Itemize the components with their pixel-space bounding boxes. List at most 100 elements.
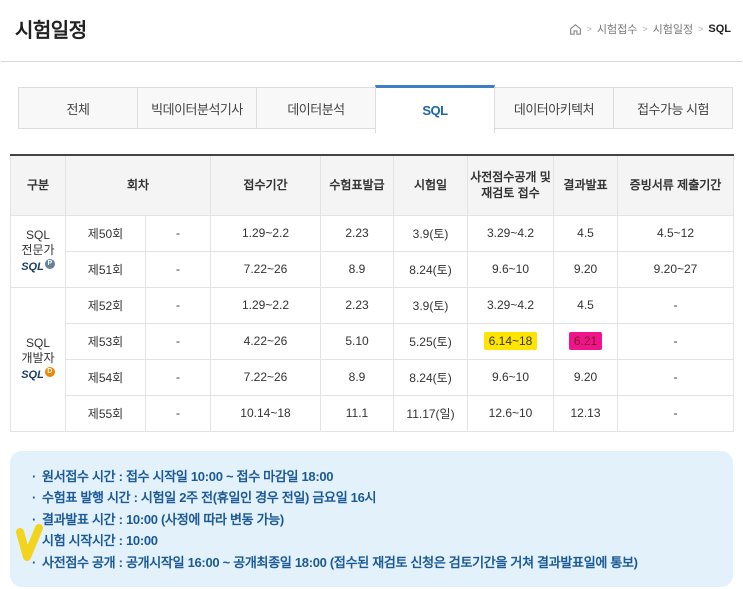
table-row: SQL 개발자 SQL D 제52회 - 1.29~2.2 2.23 3.9(토)… xyxy=(10,286,734,432)
cell-ticket: 11.1 xyxy=(320,394,394,432)
cell-pre-score-highlighted: 6.14~18 xyxy=(467,322,554,360)
cell-documents: 9.20~27 xyxy=(617,250,734,288)
cell-pre-score: 12.6~10 xyxy=(467,394,554,432)
breadcrumb-separator: > xyxy=(642,24,648,34)
cell-round-note: - xyxy=(145,394,211,432)
cell-ticket: 5.10 xyxy=(320,322,394,360)
cell-result: 4.5 xyxy=(553,214,618,252)
tab-available-exams[interactable]: 접수가능 시험 xyxy=(613,87,733,129)
cell-ticket: 2.23 xyxy=(320,286,394,324)
cell-registration: 4.22~26 xyxy=(210,322,321,360)
table-row: 제53회 - 4.22~26 5.10 5.25(토) 6.14~18 6.21… xyxy=(11,322,734,360)
cell-exam-date: 3.9(토) xyxy=(393,214,468,252)
tab-all[interactable]: 전체 xyxy=(18,87,138,129)
cell-session: 제53회 xyxy=(65,322,146,360)
cell-session: 제54회 xyxy=(65,358,146,396)
cell-exam-date: 5.25(토) xyxy=(393,322,468,360)
note-ticket-time: · 수험표 발행 시간 : 시험일 2주 전(휴일인 경우 전일) 금요일 16… xyxy=(32,487,711,509)
note-pre-score-disclosure: · 사전점수 공개 : 공개시작일 16:00 ~ 공개최종일 18:00 (접… xyxy=(32,552,711,574)
cell-registration: 7.22~26 xyxy=(210,250,321,288)
cell-round-note: - xyxy=(145,322,211,360)
cell-exam-date: 3.9(토) xyxy=(393,286,468,324)
header-pre-score: 사전점수공개 및 재검토 접수 xyxy=(467,154,554,216)
cell-documents: 4.5~12 xyxy=(617,214,734,252)
group-name: SQL 전문가 xyxy=(21,227,55,258)
cell-ticket: 8.9 xyxy=(320,250,394,288)
tab-data-architecture[interactable]: 데이터아키텍처 xyxy=(494,87,614,129)
exam-schedule-table: 구분 회차 접수기간 수험표발급 시험일 사전점수공개 및 재검토 접수 결과발… xyxy=(10,154,734,432)
breadcrumb-item-current: SQL xyxy=(708,23,731,35)
bullet: · xyxy=(32,533,37,548)
group-sql-professional: SQL 전문가 SQL P xyxy=(10,214,66,288)
group-name: SQL 개발자 xyxy=(21,335,55,366)
cell-ticket: 2.23 xyxy=(320,214,394,252)
cell-pre-score: 3.29~4.2 xyxy=(467,214,554,252)
note-exam-start-time: · 시험 시작시간 : 10:00 xyxy=(32,530,711,552)
cell-result: 12.13 xyxy=(553,394,618,432)
cell-documents: - xyxy=(617,358,734,396)
cell-result: 9.20 xyxy=(553,358,618,396)
cell-registration: 1.29~2.2 xyxy=(210,286,321,324)
tab-sql[interactable]: SQL xyxy=(375,85,495,133)
table-row: 제55회 - 10.14~18 11.1 11.17(일) 12.6~10 12… xyxy=(11,394,734,432)
note-result-time: · 결과발표 시간 : 10:00 (사정에 따라 변동 가능) xyxy=(32,509,711,531)
tab-data-analysis[interactable]: 데이터분석 xyxy=(256,87,376,129)
header-documents: 증빙서류 제출기간 xyxy=(617,154,734,216)
notes-box: · 원서접수 시간 : 접수 시작일 10:00 ~ 접수 마감일 18:00 … xyxy=(10,450,733,587)
header-category: 구분 xyxy=(10,154,66,216)
header-exam-date: 시험일 xyxy=(393,154,468,216)
cell-round-note: - xyxy=(145,358,211,396)
cell-round-note: - xyxy=(145,250,211,288)
header-admission-ticket: 수험표발급 xyxy=(320,154,394,216)
page-title: 시험일정 xyxy=(15,20,87,42)
table-header-row: 구분 회차 접수기간 수험표발급 시험일 사전점수공개 및 재검토 접수 결과발… xyxy=(10,154,734,216)
header-registration-period: 접수기간 xyxy=(210,154,321,216)
bullet: · xyxy=(32,554,37,570)
cell-exam-date: 8.24(토) xyxy=(393,250,468,288)
breadcrumb-separator: > xyxy=(698,24,704,34)
cell-pre-score: 9.6~10 xyxy=(467,358,554,396)
cell-result-highlighted: 6.21 xyxy=(553,322,618,360)
cell-documents: - xyxy=(617,286,734,324)
cell-pre-score: 3.29~4.2 xyxy=(467,286,554,324)
cell-exam-date: 8.24(토) xyxy=(393,358,468,396)
page-header: 시험일정 > 시험접수 > 시험일정 > SQL xyxy=(1,0,742,62)
cell-round-note: - xyxy=(145,286,211,324)
breadcrumb-separator: > xyxy=(586,24,592,34)
note-registration-time: · 원서접수 시간 : 접수 시작일 10:00 ~ 접수 마감일 18:00 xyxy=(32,466,711,488)
cell-session: 제50회 xyxy=(65,214,146,252)
cell-result: 9.20 xyxy=(553,250,618,288)
cell-exam-date: 11.17(일) xyxy=(393,394,468,432)
breadcrumb-item-exam-schedule[interactable]: 시험일정 xyxy=(653,21,693,37)
pink-highlight: 6.21 xyxy=(568,332,603,350)
sqlp-logo-icon: SQL P xyxy=(21,258,55,273)
cell-round-note: - xyxy=(145,214,211,252)
cell-ticket: 8.9 xyxy=(320,358,394,396)
table-row: 제51회 - 7.22~26 8.9 8.24(토) 9.6~10 9.20 9… xyxy=(11,250,734,288)
cell-session: 제51회 xyxy=(65,250,146,288)
header-result: 결과발표 xyxy=(553,154,618,216)
breadcrumb-item-exam-registration[interactable]: 시험접수 xyxy=(597,21,637,37)
sqld-logo-icon: SQL D xyxy=(21,366,55,381)
cell-registration: 1.29~2.2 xyxy=(210,214,321,252)
cell-registration: 7.22~26 xyxy=(210,358,321,396)
cell-documents: - xyxy=(617,322,734,360)
table-row: SQL 전문가 SQL P 제50회 - 1.29~2.2 2.23 3.9(토)… xyxy=(10,214,734,288)
table-row: 제54회 - 7.22~26 8.9 8.24(토) 9.6~10 9.20 - xyxy=(11,358,734,396)
home-icon[interactable] xyxy=(569,23,582,36)
breadcrumb: > 시험접수 > 시험일정 > SQL xyxy=(569,21,731,37)
tab-bigdata-analyst[interactable]: 빅데이터분석기사 xyxy=(137,87,257,129)
bullet: · xyxy=(32,490,37,505)
cell-registration: 10.14~18 xyxy=(210,394,321,432)
cell-result: 4.5 xyxy=(553,286,618,324)
cell-pre-score: 9.6~10 xyxy=(467,250,554,288)
bullet: · xyxy=(32,468,37,484)
cell-session: 제52회 xyxy=(65,286,146,324)
bullet: · xyxy=(32,511,37,527)
cell-documents: - xyxy=(617,394,734,432)
yellow-highlight: 6.14~18 xyxy=(483,332,538,350)
group-sql-developer: SQL 개발자 SQL D xyxy=(10,286,66,432)
category-tabs: 전체 빅데이터분석기사 데이터분석 SQL 데이터아키텍처 접수가능 시험 xyxy=(18,85,733,133)
header-session: 회차 xyxy=(65,154,211,216)
cell-session: 제55회 xyxy=(65,394,146,432)
